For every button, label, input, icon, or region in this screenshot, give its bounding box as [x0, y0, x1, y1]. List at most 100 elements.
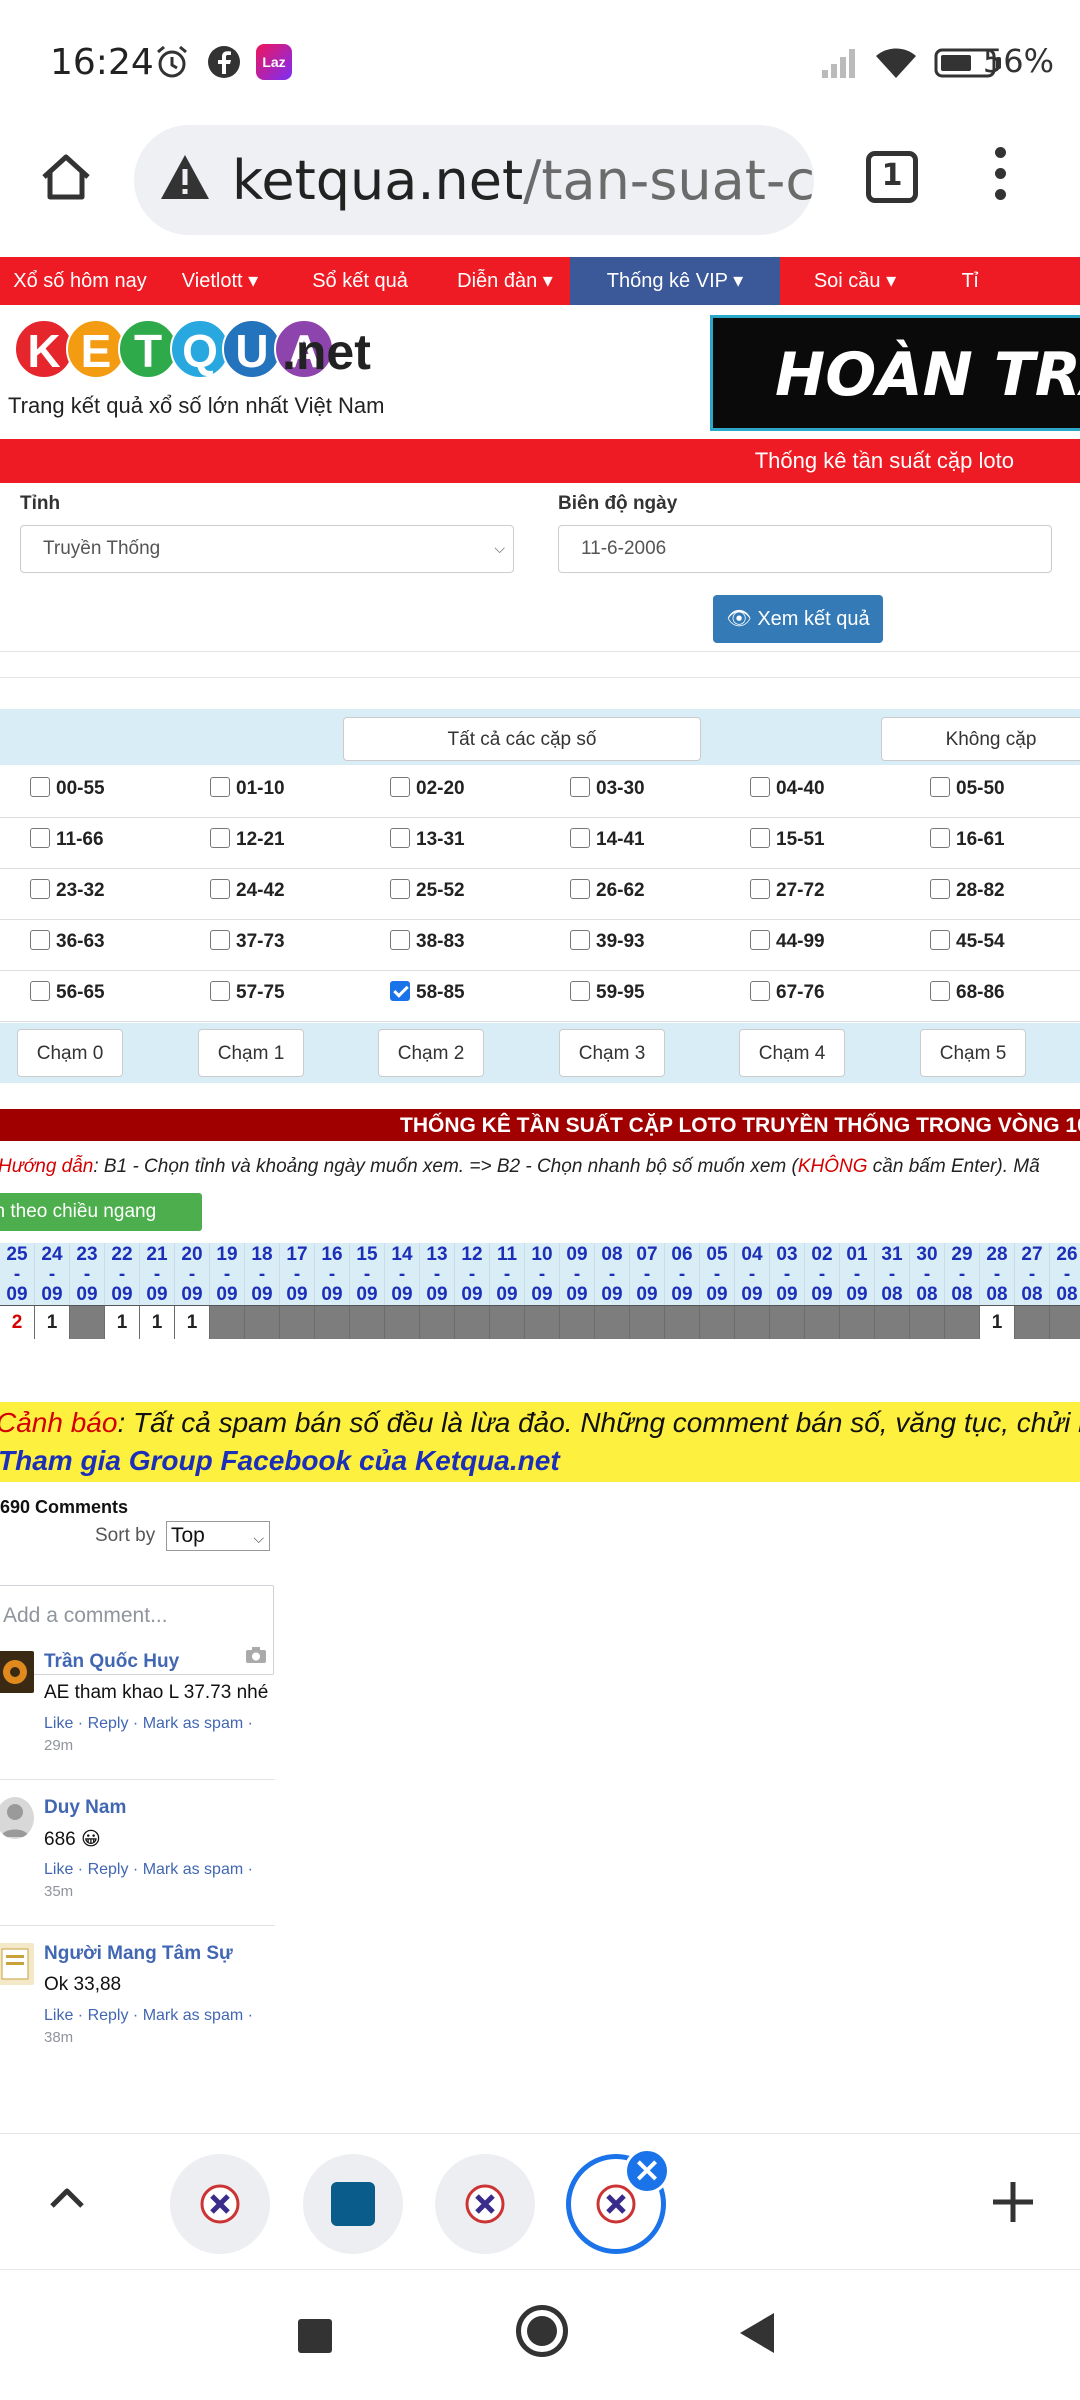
pair-checkbox-25-52[interactable]: 25-52 [390, 879, 465, 902]
back-icon[interactable] [740, 2313, 774, 2353]
pair-checkbox-56-65[interactable]: 56-65 [30, 981, 105, 1004]
checkbox[interactable] [930, 981, 950, 1001]
site-logo[interactable]: K E T Q U A [14, 319, 334, 379]
pair-checkbox-01-10[interactable]: 01-10 [210, 777, 285, 800]
pair-checkbox-67-76[interactable]: 67-76 [750, 981, 825, 1004]
pair-checkbox-37-73[interactable]: 37-73 [210, 930, 285, 953]
cham-3-button[interactable]: Chạm 3 [559, 1029, 665, 1077]
checkbox[interactable] [750, 930, 770, 950]
checkbox[interactable] [390, 930, 410, 950]
nav-dien-dan[interactable]: Diễn đàn ▾ [440, 257, 570, 305]
recents-icon[interactable] [298, 2319, 332, 2353]
tab-thumbnail[interactable] [303, 2154, 403, 2254]
pair-checkbox-15-51[interactable]: 15-51 [750, 828, 825, 851]
checkbox[interactable] [210, 981, 230, 1001]
checkbox[interactable] [210, 930, 230, 950]
avatar[interactable] [0, 1651, 34, 1693]
date-header[interactable]: 04-09 [735, 1243, 770, 1305]
checkbox[interactable] [210, 777, 230, 797]
pair-checkbox-68-86[interactable]: 68-86 [930, 981, 1005, 1004]
facebook-group-link[interactable]: Tham gia Group Facebook của Ketqua.net [0, 1445, 560, 1477]
comment-actions[interactable]: Like · Reply · Mark as spam · [44, 2007, 253, 2025]
pair-checkbox-58-85[interactable]: 58-85 [390, 981, 465, 1004]
cham-4-button[interactable]: Chạm 4 [739, 1029, 845, 1077]
pair-checkbox-03-30[interactable]: 03-30 [570, 777, 645, 800]
pair-checkbox-45-54[interactable]: 45-54 [930, 930, 1005, 953]
date-header[interactable]: 15-09 [350, 1243, 385, 1305]
checkbox[interactable] [930, 828, 950, 848]
pair-checkbox-27-72[interactable]: 27-72 [750, 879, 825, 902]
date-header[interactable]: 01-09 [840, 1243, 875, 1305]
horizontal-view-button[interactable]: Xem theo chiều ngang [0, 1193, 202, 1231]
nav-thong-ke-vip[interactable]: Thống kê VIP ▾ [570, 257, 780, 305]
checkbox[interactable] [930, 777, 950, 797]
pair-checkbox-36-63[interactable]: 36-63 [30, 930, 105, 953]
nav-more[interactable]: Tỉ [930, 257, 1010, 305]
date-header[interactable]: 26-08 [1050, 1243, 1080, 1305]
checkbox[interactable] [570, 930, 590, 950]
checkbox[interactable] [30, 777, 50, 797]
date-header[interactable]: 12-09 [455, 1243, 490, 1305]
tab-switcher-button[interactable]: 1 [866, 151, 918, 203]
date-header[interactable]: 03-09 [770, 1243, 805, 1305]
tab-thumbnail[interactable] [170, 2154, 270, 2254]
nav-vietlott[interactable]: Vietlott ▾ [160, 257, 280, 305]
pair-checkbox-38-83[interactable]: 38-83 [390, 930, 465, 953]
checkbox[interactable] [570, 981, 590, 1001]
cham-0-button[interactable]: Chạm 0 [17, 1029, 123, 1077]
pair-checkbox-13-31[interactable]: 13-31 [390, 828, 465, 851]
commenter-name[interactable]: Người Mang Tâm Sự [44, 1943, 233, 1965]
ad-banner[interactable]: HOÀN TRẢ [710, 315, 1080, 431]
date-header[interactable]: 28-08 [980, 1243, 1015, 1305]
home-icon[interactable] [38, 149, 94, 205]
nav-soi-cau[interactable]: Soi cầu ▾ [780, 257, 930, 305]
date-header[interactable]: 23-09 [70, 1243, 105, 1305]
sort-select[interactable]: Top ⌵ [166, 1521, 270, 1551]
date-header[interactable]: 11-09 [490, 1243, 525, 1305]
pair-checkbox-12-21[interactable]: 12-21 [210, 828, 285, 851]
pair-checkbox-59-95[interactable]: 59-95 [570, 981, 645, 1004]
cham-5-button[interactable]: Chạm 5 [920, 1029, 1026, 1077]
browser-menu-icon[interactable] [985, 147, 1015, 207]
date-header[interactable]: 07-09 [630, 1243, 665, 1305]
checkbox[interactable] [930, 879, 950, 899]
date-header[interactable]: 10-09 [525, 1243, 560, 1305]
checkbox[interactable] [570, 879, 590, 899]
address-bar[interactable]: ketqua.net/tan-suat-cap [134, 125, 814, 235]
date-header[interactable]: 20-09 [175, 1243, 210, 1305]
pair-checkbox-57-75[interactable]: 57-75 [210, 981, 285, 1004]
checkbox[interactable] [30, 879, 50, 899]
date-header[interactable]: 22-09 [105, 1243, 140, 1305]
checkbox[interactable] [30, 981, 50, 1001]
checkbox[interactable] [210, 828, 230, 848]
camera-icon[interactable] [245, 1646, 267, 1664]
date-header[interactable]: 16-09 [315, 1243, 350, 1305]
date-header[interactable]: 21-09 [140, 1243, 175, 1305]
commenter-name[interactable]: Trần Quốc Huy [44, 1651, 179, 1673]
date-header[interactable]: 05-09 [700, 1243, 735, 1305]
checkbox[interactable] [390, 981, 410, 1001]
pair-checkbox-05-50[interactable]: 05-50 [930, 777, 1005, 800]
checkbox[interactable] [750, 828, 770, 848]
checkbox[interactable] [570, 828, 590, 848]
date-header[interactable]: 13-09 [420, 1243, 455, 1305]
date-header[interactable]: 09-09 [560, 1243, 595, 1305]
nav-xo-so-hom-nay[interactable]: Xổ số hôm nay [0, 257, 160, 305]
checkbox[interactable] [30, 930, 50, 950]
tab-thumbnail[interactable] [435, 2154, 535, 2254]
pair-checkbox-24-42[interactable]: 24-42 [210, 879, 285, 902]
checkbox[interactable] [750, 777, 770, 797]
new-tab-icon[interactable] [985, 2174, 1041, 2230]
cham-1-button[interactable]: Chạm 1 [198, 1029, 304, 1077]
checkbox[interactable] [390, 777, 410, 797]
commenter-name[interactable]: Duy Nam [44, 1797, 126, 1819]
checkbox[interactable] [750, 981, 770, 1001]
date-header[interactable]: 30-08 [910, 1243, 945, 1305]
pair-checkbox-02-20[interactable]: 02-20 [390, 777, 465, 800]
cham-2-button[interactable]: Chạm 2 [378, 1029, 484, 1077]
date-range-input[interactable]: 11-6-2006 [558, 525, 1052, 573]
pair-checkbox-16-61[interactable]: 16-61 [930, 828, 1005, 851]
pair-checkbox-00-55[interactable]: 00-55 [30, 777, 105, 800]
checkbox[interactable] [930, 930, 950, 950]
checkbox[interactable] [390, 879, 410, 899]
